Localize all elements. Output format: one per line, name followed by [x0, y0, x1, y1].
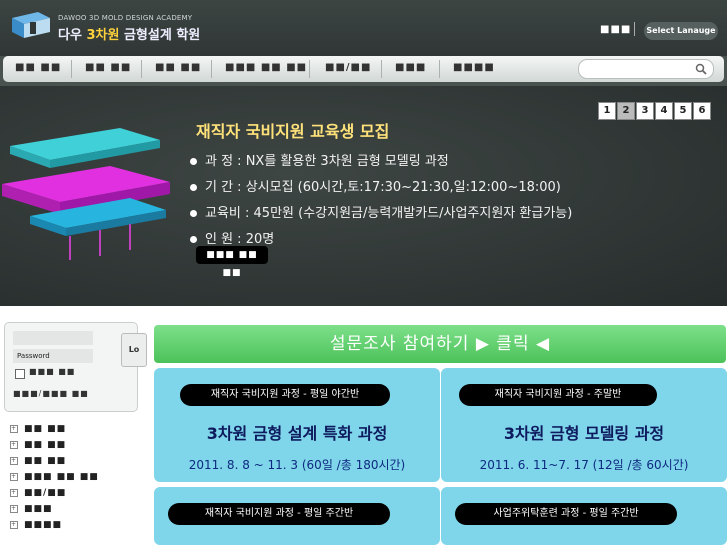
side-nav-label: ■■■	[24, 504, 53, 514]
bullet-icon	[190, 184, 197, 191]
side-nav-label: ■■ ■■	[24, 440, 67, 450]
expand-icon[interactable]: +	[10, 504, 18, 513]
banner-page-6[interactable]: 6	[693, 102, 711, 120]
banner-title: 재직자 국비지원 교육생 모집	[196, 122, 390, 141]
side-nav-item-3[interactable]: + ■■ ■■	[10, 456, 66, 466]
banner-page-4[interactable]: 4	[655, 102, 673, 120]
logo-title-accent: 3차원	[86, 28, 120, 43]
bullet-icon	[190, 210, 197, 217]
banner-line-fee: 교육비 : 45만원 (수강지원금/능력개발카드/사업주지원자 환급가능)	[190, 202, 572, 221]
side-nav-item-2[interactable]: + ■■ ■■	[10, 440, 66, 450]
course-card-4[interactable]: 사업주위탁훈련 과정 - 평일 주간반	[441, 487, 727, 545]
nav-item-4[interactable]: ■■■ ■■ ■■	[225, 62, 307, 73]
nav-divider	[71, 60, 72, 78]
expand-icon[interactable]: +	[10, 424, 18, 433]
header-divider	[634, 22, 635, 36]
banner-page-2[interactable]: 2	[617, 102, 635, 120]
banner-page-1[interactable]: 1	[598, 102, 616, 120]
bullet-icon	[190, 158, 197, 165]
banner-page-3[interactable]: 3	[636, 102, 654, 120]
top-links[interactable]: ■■■	[600, 24, 631, 35]
banner-line-text: 인 원 : 20명	[205, 232, 275, 247]
login-box: Password Lo ■■■ ■■ ■■■/■■■ ■■	[4, 322, 147, 412]
banner-line-text: 기 간 : 상시모집 (60시간,토:17:30~21:30,일:12:00~1…	[205, 180, 561, 195]
banner-line-text: 과 정 : NX를 활용한 3차원 금형 모델링 과정	[205, 154, 449, 169]
side-nav-label: ■■ ■■	[24, 424, 67, 434]
search-input[interactable]	[578, 59, 714, 79]
banner-line-capacity: 인 원 : 20명	[190, 228, 274, 247]
expand-icon[interactable]: +	[10, 440, 18, 449]
side-nav-item-1[interactable]: + ■■ ■■	[10, 424, 66, 434]
id-field[interactable]	[13, 331, 93, 345]
find-account-links[interactable]: ■■■/■■■ ■■	[13, 389, 89, 398]
expand-icon[interactable]: +	[10, 488, 18, 497]
expand-icon[interactable]: +	[10, 520, 18, 529]
course-badge: 재직자 국비지원 과정 - 평일 야간반	[180, 384, 390, 406]
course-badge: 재직자 국비지원 과정 - 주말반	[459, 384, 657, 406]
side-nav-item-4[interactable]: + ■■■ ■■ ■■	[10, 472, 99, 482]
side-nav-item-7[interactable]: + ■■■■	[10, 520, 62, 530]
logo-title-prefix: 다우	[58, 28, 82, 43]
banner-line-text: 교육비 : 45만원 (수강지원금/능력개발카드/사업주지원자 환급가능)	[205, 206, 573, 221]
logo-title-suffix: 금형설계 학원	[123, 28, 201, 43]
nav-divider	[439, 60, 440, 78]
expand-icon[interactable]: +	[10, 456, 18, 465]
course-badge: 사업주위탁훈련 과정 - 평일 주간반	[455, 503, 677, 525]
course-title: 3차원 금형 설계 특화 과정	[206, 424, 388, 443]
side-nav-item-5[interactable]: + ■■/■■	[10, 488, 66, 498]
language-select-button[interactable]: Select Lanauge	[644, 22, 718, 40]
banner-page-5[interactable]: 5	[674, 102, 692, 120]
course-badge: 재직자 국비지원 과정 - 평일 주간반	[168, 503, 390, 525]
nav-item-7[interactable]: ■■■■	[453, 62, 495, 73]
nav-item-6[interactable]: ■■■	[395, 62, 426, 73]
nav-item-2[interactable]: ■■ ■■	[85, 62, 131, 73]
course-title: 3차원 금형 모델링 과정	[503, 424, 665, 443]
course-card-2[interactable]: 재직자 국비지원 과정 - 주말반 3차원 금형 모델링 과정 2011. 6.…	[441, 368, 727, 482]
side-nav-item-6[interactable]: + ■■■	[10, 504, 53, 514]
expand-icon[interactable]: +	[10, 472, 18, 481]
side-nav-label: ■■ ■■	[24, 456, 67, 466]
academy-logo[interactable]	[8, 10, 54, 44]
nav-divider	[211, 60, 212, 78]
nav-divider	[141, 60, 142, 78]
bullet-icon	[190, 236, 197, 243]
mold-3d-image	[2, 128, 170, 260]
course-card-3[interactable]: 재직자 국비지원 과정 - 평일 주간반	[154, 487, 440, 545]
logo-subtitle: DAWOO 3D MOLD DESIGN ACADEMY	[58, 14, 193, 22]
banner-line-course: 과 정 : NX를 활용한 3차원 금형 모델링 과정	[190, 150, 449, 169]
login-button[interactable]: Lo	[121, 333, 147, 367]
remember-checkbox[interactable]	[15, 369, 25, 379]
site-header: DAWOO 3D MOLD DESIGN ACADEMY 다우 3차원 금형설계…	[0, 0, 727, 56]
course-date: 2011. 6. 11~7. 17 (12일 /총 60시간)	[479, 458, 689, 472]
nav-item-5[interactable]: ■■/■■	[325, 62, 371, 73]
logo-title: 다우 3차원 금형설계 학원	[58, 24, 200, 43]
nav-item-1[interactable]: ■■ ■■	[15, 62, 61, 73]
banner-more-button[interactable]: ■■■ ■■ ■■	[196, 246, 268, 278]
nav-item-3[interactable]: ■■ ■■	[155, 62, 201, 73]
side-nav-label: ■■■ ■■ ■■	[24, 472, 99, 482]
password-field[interactable]: Password	[13, 349, 93, 363]
course-date: 2011. 8. 8 ~ 11. 3 (60일 /총 180시간)	[188, 458, 406, 472]
side-nav-label: ■■/■■	[24, 488, 67, 498]
nav-divider	[381, 60, 382, 78]
remember-label: ■■■ ■■	[29, 367, 76, 376]
side-nav-label: ■■■■	[24, 520, 63, 530]
search-icon[interactable]	[695, 63, 707, 75]
banner-line-period: 기 간 : 상시모집 (60시간,토:17:30~21:30,일:12:00~1…	[190, 176, 561, 195]
survey-banner[interactable]: 설문조사 참여하기 ▶ 클릭 ◀	[154, 325, 726, 363]
course-card-1[interactable]: 재직자 국비지원 과정 - 평일 야간반 3차원 금형 설계 특화 과정 201…	[154, 368, 440, 482]
nav-divider	[309, 60, 310, 78]
